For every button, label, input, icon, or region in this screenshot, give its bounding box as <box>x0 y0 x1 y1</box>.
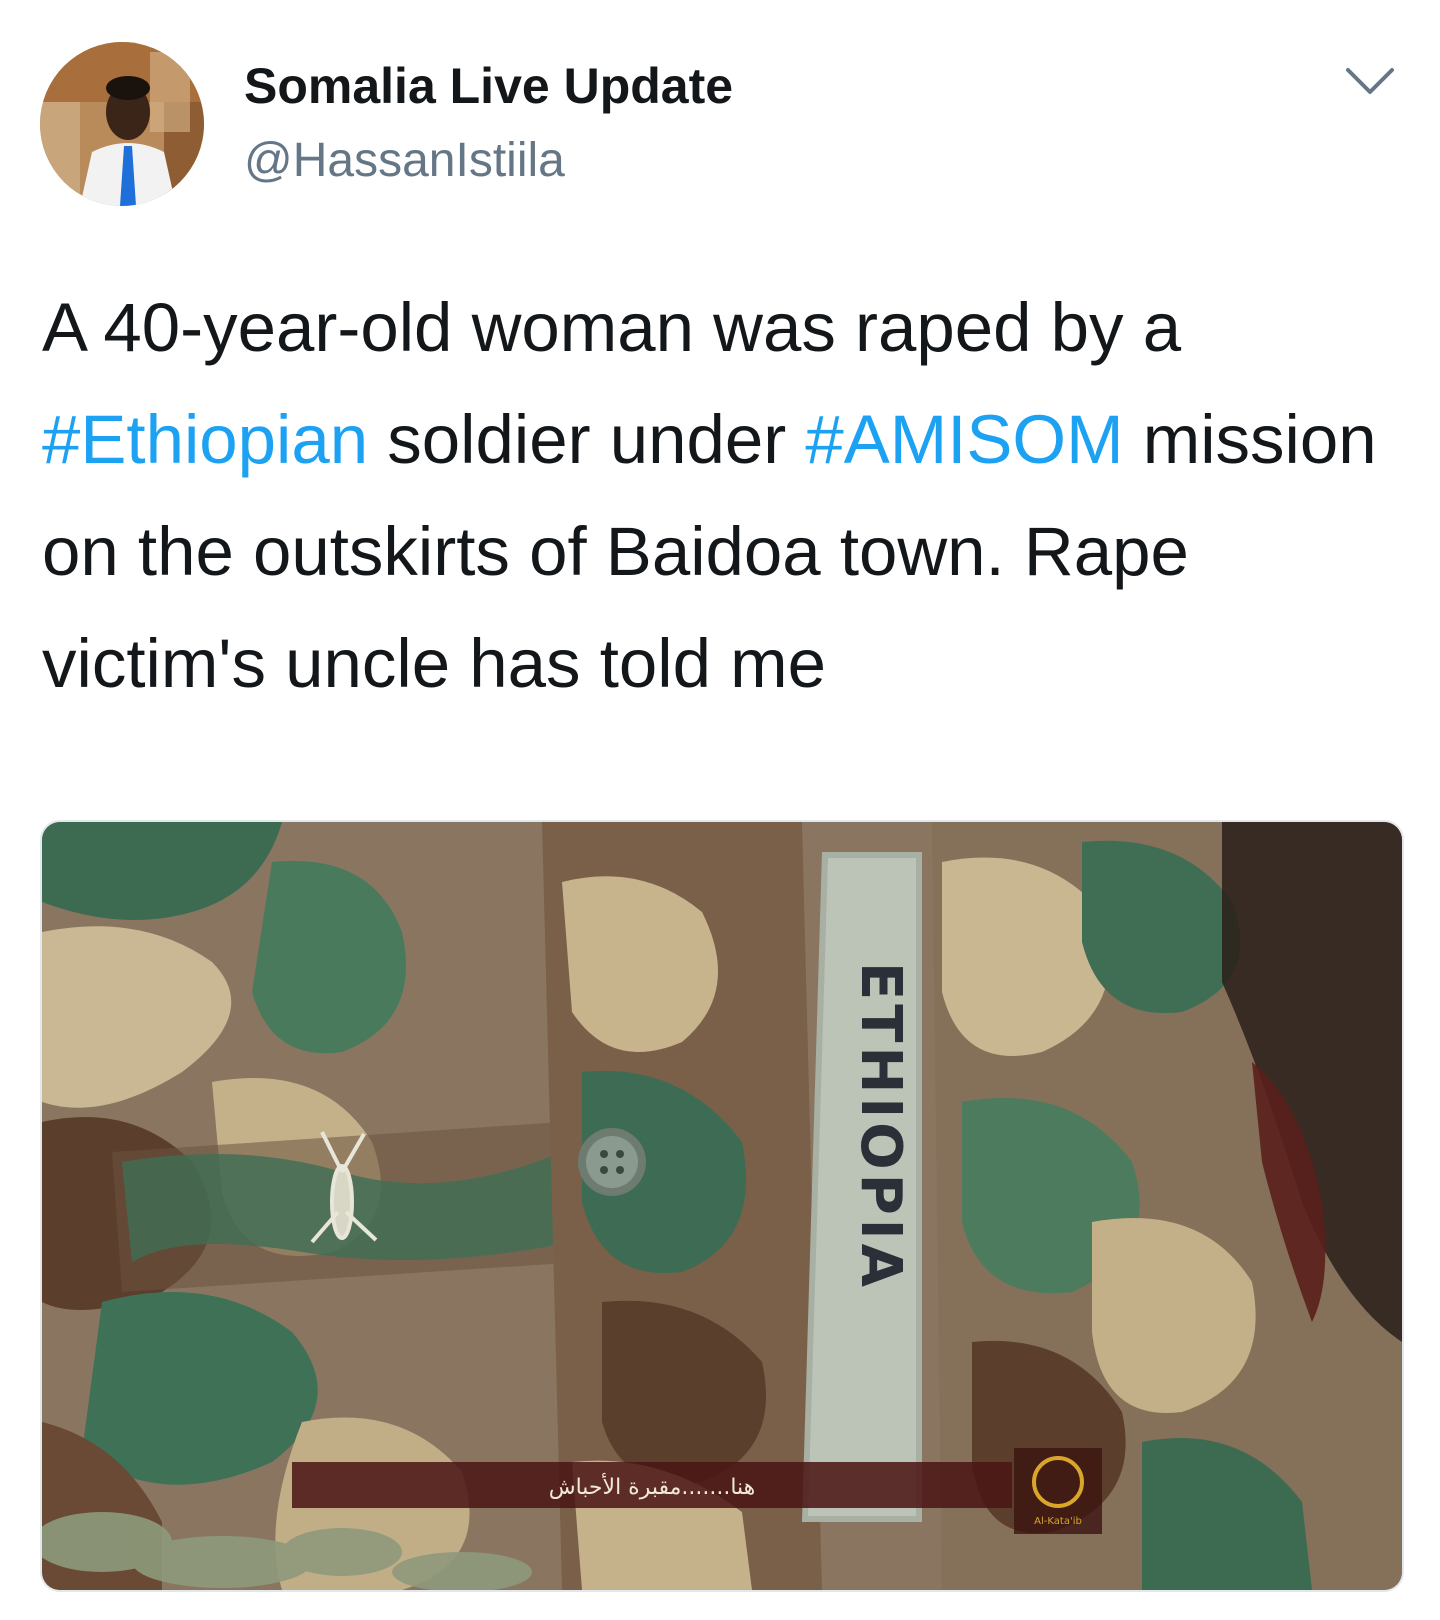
display-name[interactable]: Somalia Live Update <box>244 56 733 116</box>
chevron-down-icon[interactable] <box>1340 62 1400 102</box>
logo-text: Al-Kata'ib <box>1034 1516 1082 1527</box>
video-caption: هنا.......مقبرة الأحباش <box>549 1473 756 1500</box>
tweet-text: A 40-year-old woman was raped by a #Ethi… <box>42 272 1402 720</box>
camouflage-photo: ETHIOPIA هنا.......مقبرة الأحباش Al-Kata… <box>42 822 1402 1590</box>
name-tape-text: ETHIOPIA <box>848 962 913 1291</box>
tweet-media-image[interactable]: ETHIOPIA هنا.......مقبرة الأحباش Al-Kata… <box>40 820 1404 1592</box>
tweet-card: Somalia Live Update @HassanIstiila A 40-… <box>0 0 1440 1620</box>
tweet-text-segment: soldier under <box>368 401 806 478</box>
avatar-image <box>40 42 204 206</box>
hashtag-amisom[interactable]: #AMISOM <box>805 401 1123 478</box>
tweet-text-segment: A 40-year-old woman was raped by a <box>42 289 1182 366</box>
user-handle[interactable]: @HassanIstiila <box>244 132 565 190</box>
hashtag-ethiopian[interactable]: #Ethiopian <box>42 401 368 478</box>
avatar[interactable] <box>40 42 204 206</box>
